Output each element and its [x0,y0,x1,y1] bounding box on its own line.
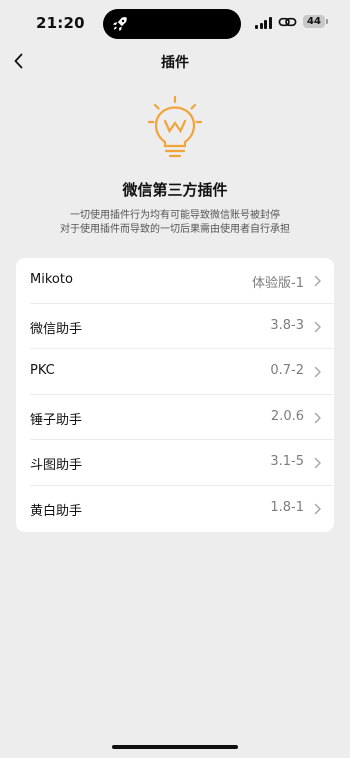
lightbulb-icon [147,95,203,158]
chevron-right-icon [314,321,321,332]
plugin-name: 微信助手 [30,321,83,337]
plugin-name: 黄白助手 [30,503,83,519]
hero-description-line-1: 一切使用插件行为均有可能导致微信账号被封停 [70,210,280,221]
plugin-row-sticker-helper[interactable]: 斗图助手 3.1-5 [16,440,334,486]
plugin-name: 斗图助手 [30,458,83,474]
link-icon [278,17,297,27]
chevron-right-icon [314,275,321,287]
plugin-name: 锤子助手 [30,412,83,428]
plugin-row-wechat-helper[interactable]: 微信助手 3.8-3 [16,304,334,350]
plugin-row-pkc[interactable]: PKC 0.7-2 [16,349,334,395]
rocket-icon [112,17,127,32]
page-title: 插件 [161,55,189,71]
plugin-version: 0.7-2 [270,363,304,379]
plugin-version: 1.8-1 [270,499,304,515]
cellular-signal-icon [255,17,273,29]
hero-title: 微信第三方插件 [122,181,228,199]
plugin-row-hammer-helper[interactable]: 锤子助手 2.0.6 [16,395,334,441]
home-indicator[interactable] [112,745,238,749]
plugin-name: PKC [30,363,55,379]
plugin-version: 3.1-5 [270,454,304,470]
chevron-right-icon [314,503,321,515]
chevron-right-icon [314,366,321,378]
hero-description: 一切使用插件行为均有可能导致微信账号被封停 对于使用插件而导致的一切后果需由使用… [0,209,350,237]
plugin-version: 体验版-1 [252,276,304,291]
battery-indicator: 44 [303,15,325,28]
plugin-list: Mikoto 体验版-1 微信助手 3.8-3 PKC 0.7-2 锤子助手 2… [16,258,334,532]
dynamic-island [103,9,241,39]
plugin-row-mikoto[interactable]: Mikoto 体验版-1 [16,258,334,304]
chevron-right-icon [314,458,321,469]
status-time: 21:20 [36,14,85,32]
status-bar: 21:20 44 [0,0,350,46]
chevron-right-icon [314,412,321,424]
battery-cap [326,19,328,24]
plugin-name: Mikoto [30,272,73,287]
plugin-version: 3.8-3 [270,317,304,333]
hero-description-line-2: 对于使用插件而导致的一切后果需由使用者自行承担 [60,224,290,235]
plugin-row-huangbai-helper[interactable]: 黄白助手 1.8-1 [16,486,334,532]
plugin-version: 2.0.6 [270,408,304,424]
